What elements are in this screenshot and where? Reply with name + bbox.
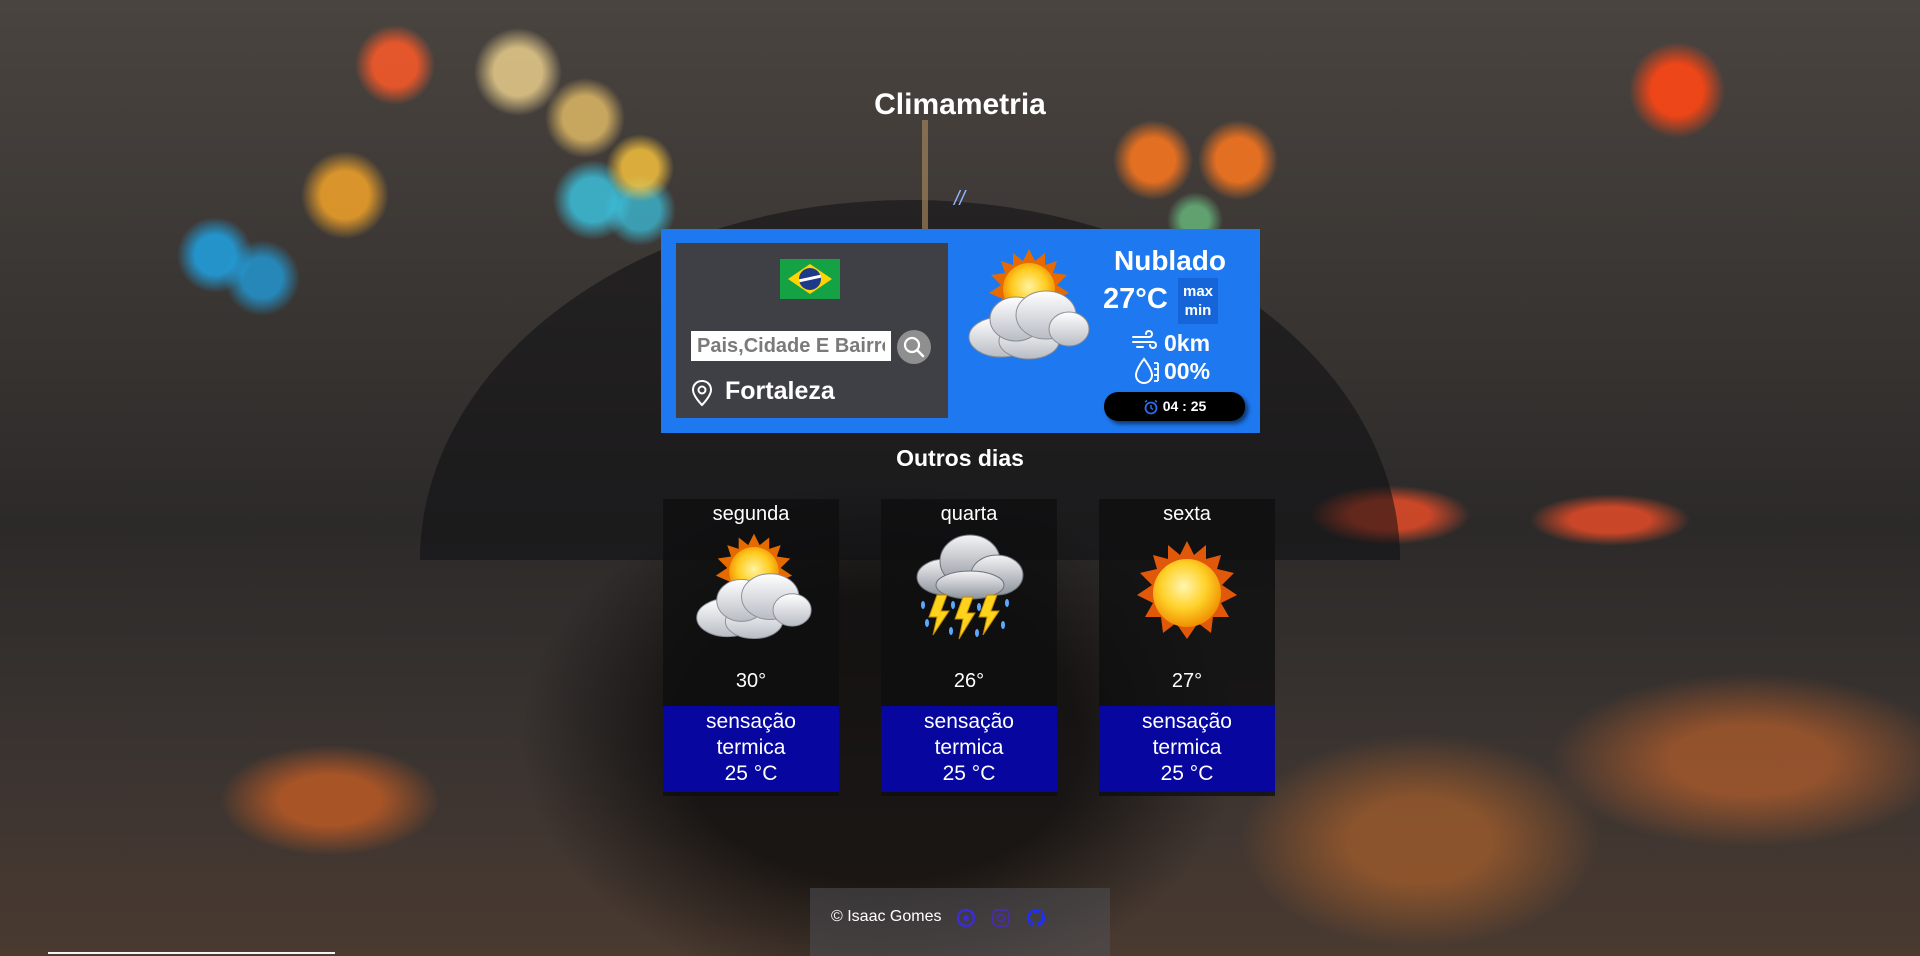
brazil-flag-icon	[780, 259, 840, 299]
instagram-icon[interactable]	[991, 908, 1011, 928]
sensation-label: sensação	[1142, 710, 1232, 733]
day-name: quarta	[940, 503, 998, 525]
thermal-sensation: sensação termica 25 °C	[1099, 706, 1275, 792]
wind-icon	[1132, 329, 1157, 350]
divider-line	[48, 952, 335, 954]
humidity-value: 00%	[1164, 358, 1211, 384]
footer: © Isaac Gomes	[810, 888, 1110, 956]
sun-icon	[1137, 541, 1237, 639]
time-value: 04 : 25	[1162, 398, 1207, 414]
sensation-value: 25 °C	[942, 762, 996, 785]
thermal-sensation: sensação termica 25 °C	[663, 706, 839, 792]
max-min-toggle[interactable]: max min	[1178, 278, 1218, 324]
day-name: segunda	[712, 503, 790, 525]
humidity-icon	[1134, 357, 1159, 385]
sensation-label-2: termica	[716, 736, 786, 759]
github-icon[interactable]	[1026, 908, 1046, 928]
sensation-label: sensação	[924, 710, 1014, 733]
current-temperature: 27°C	[1103, 283, 1168, 315]
day-temperature: 27°	[1171, 670, 1203, 692]
background-umbrella-pole	[922, 120, 928, 230]
thermal-sensation: sensação termica 25 °C	[881, 706, 1057, 792]
min-label: min	[1184, 302, 1212, 319]
day-temperature: 26°	[953, 670, 985, 692]
sensation-label: sensação	[706, 710, 796, 733]
sensation-label-2: termica	[1152, 736, 1222, 759]
thunderstorm-icon	[916, 534, 1024, 640]
city-name: Fortaleza	[725, 377, 835, 405]
author-credit: © Isaac Gomes	[831, 908, 942, 925]
location-pin-icon	[691, 379, 713, 407]
weather-description: Nublado	[1114, 245, 1226, 276]
forecast-day-card: sexta 27° sensação termica 25 °C	[1099, 499, 1275, 796]
page-title: Climametria	[874, 88, 1046, 121]
max-label: max	[1182, 283, 1214, 300]
partly-cloudy-icon	[696, 533, 812, 640]
day-temperature: 30°	[735, 670, 767, 692]
forecast-title: Outros dias	[896, 445, 1024, 471]
day-name: sexta	[1163, 503, 1211, 525]
sensation-label-2: termica	[934, 736, 1004, 759]
search-input[interactable]	[691, 331, 891, 361]
separator-text: //	[954, 188, 966, 210]
time-display: 04 : 25	[1104, 392, 1245, 421]
search-button[interactable]	[897, 330, 931, 364]
search-panel: Fortaleza	[676, 243, 948, 418]
partly-cloudy-icon	[968, 249, 1090, 360]
sensation-value: 25 °C	[724, 762, 778, 785]
forecast-day-card: segunda 30° sensação termica 25 °C	[663, 499, 839, 796]
current-weather-card: Fortaleza Nublado 27°C max min 0km	[661, 229, 1260, 433]
linkedin-icon[interactable]	[956, 908, 976, 928]
search-icon	[903, 336, 925, 358]
forecast-day-card: quarta 26° sensação termica 25 °C	[881, 499, 1057, 796]
wind-speed: 0km	[1164, 330, 1211, 356]
sensation-value: 25 °C	[1160, 762, 1214, 785]
alarm-clock-icon	[1144, 400, 1158, 415]
